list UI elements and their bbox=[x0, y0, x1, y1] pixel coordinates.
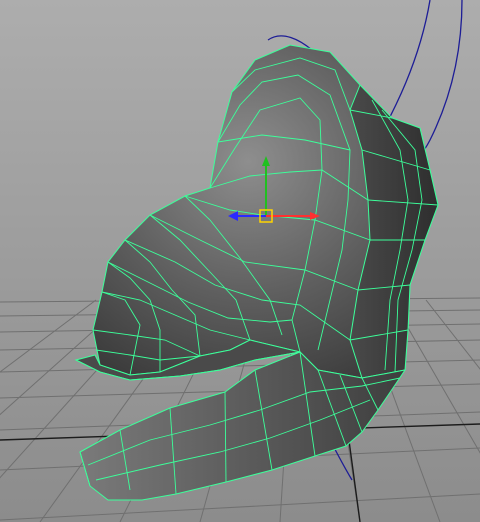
maya-viewport[interactable] bbox=[0, 0, 480, 522]
viewport-scene[interactable] bbox=[0, 0, 480, 522]
